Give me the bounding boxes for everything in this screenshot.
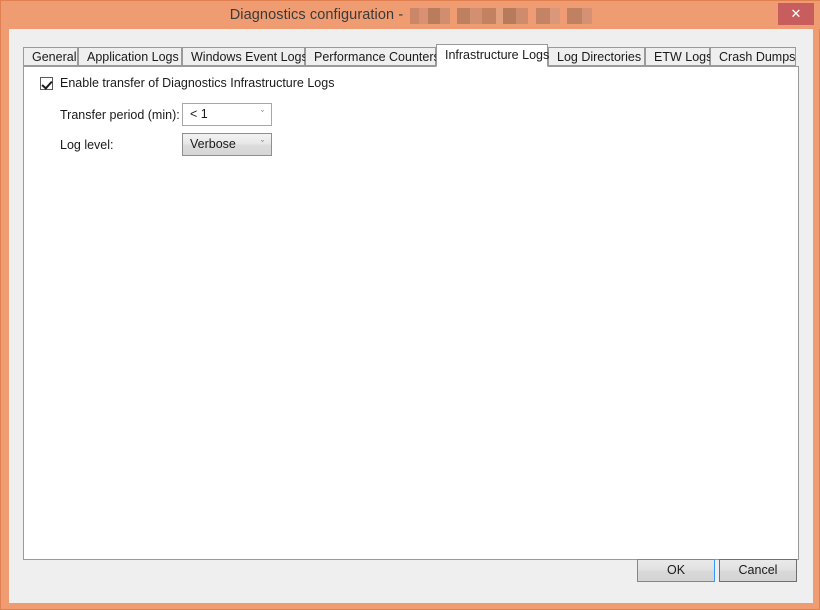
- tab-general[interactable]: General: [23, 47, 78, 66]
- transfer-period-row: Transfer period (min): < 1 ˇ: [60, 103, 272, 126]
- tab-strip: General Application Logs Windows Event L…: [23, 44, 799, 67]
- cancel-button[interactable]: Cancel: [719, 559, 797, 582]
- tab-crash-dumps[interactable]: Crash Dumps: [710, 47, 796, 66]
- window-title: Diagnostics configuration -: [1, 1, 820, 29]
- window-title-prefix: Diagnostics configuration -: [229, 7, 404, 23]
- chevron-down-icon: ˇ: [261, 139, 264, 149]
- tab-application-logs[interactable]: Application Logs: [78, 47, 182, 66]
- infrastructure-logs-panel: Enable transfer of Diagnostics Infrastru…: [23, 66, 799, 560]
- log-level-combobox[interactable]: Verbose ˇ: [182, 133, 272, 156]
- title-bar: Diagnostics configuration - ✕: [1, 1, 820, 29]
- transfer-period-value: < 1: [190, 107, 208, 121]
- log-level-row: Log level: Verbose ˇ: [60, 133, 272, 156]
- transfer-period-label: Transfer period (min):: [60, 107, 180, 122]
- enable-transfer-row[interactable]: Enable transfer of Diagnostics Infrastru…: [40, 76, 334, 90]
- log-level-value: Verbose: [190, 137, 236, 151]
- enable-transfer-checkbox[interactable]: [40, 76, 53, 90]
- chevron-down-icon: ˇ: [261, 109, 264, 119]
- close-button[interactable]: ✕: [778, 3, 814, 25]
- transfer-period-combobox[interactable]: < 1 ˇ: [182, 103, 272, 126]
- diagnostics-configuration-window: Diagnostics configuration - ✕ General Ap…: [0, 0, 820, 610]
- enable-transfer-label: Enable transfer of Diagnostics Infrastru…: [60, 76, 335, 90]
- tab-etw-logs[interactable]: ETW Logs: [645, 47, 712, 66]
- close-icon: ✕: [790, 6, 802, 21]
- tab-log-directories[interactable]: Log Directories: [548, 47, 645, 66]
- tab-infrastructure-logs[interactable]: Infrastructure Logs: [436, 44, 549, 67]
- tab-performance-counters[interactable]: Performance Counters: [305, 47, 440, 66]
- log-level-label: Log level:: [60, 137, 114, 152]
- dialog-body: General Application Logs Windows Event L…: [9, 29, 813, 603]
- window-title-redacted-text: [410, 8, 593, 24]
- ok-button[interactable]: OK: [637, 559, 715, 582]
- tab-windows-event-logs[interactable]: Windows Event Logs: [182, 47, 308, 66]
